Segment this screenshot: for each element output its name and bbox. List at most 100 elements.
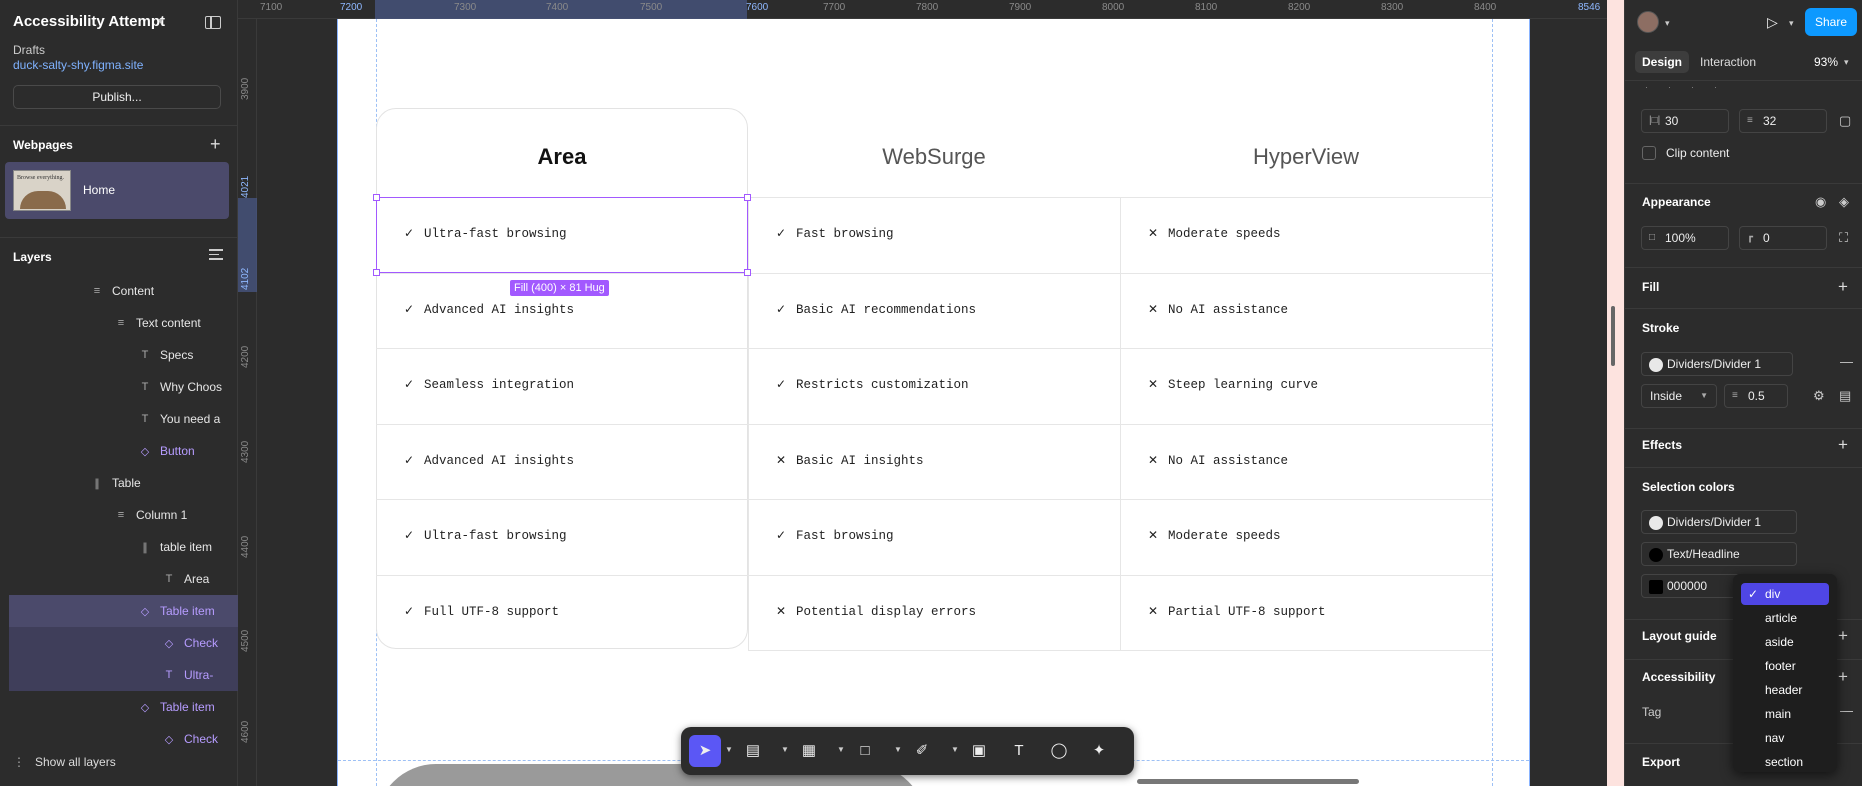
tag-option[interactable]: article [1741,607,1829,629]
site-link[interactable]: duck-salty-shy.figma.site [13,58,143,72]
pen-tool-icon[interactable]: ✐ [906,735,938,767]
chevron-down-icon[interactable]: ▼ [725,745,733,754]
table-cell[interactable]: ✕ No AI assistance [1148,453,1288,468]
table-cell[interactable]: ✓ Seamless integration [404,377,574,392]
section-tool-icon[interactable]: ▦ [793,735,825,767]
column-header-websurge[interactable]: WebSurge [748,144,1120,170]
page-item-home[interactable]: Browse everything. Home [5,162,229,219]
layer-row[interactable]: ◇ Table item [0,691,238,723]
layer-row[interactable]: T You need a [0,403,238,435]
chevron-down-icon[interactable]: ▼ [837,745,845,754]
layer-row[interactable]: ◇ Check [0,723,238,755]
chevron-down-icon[interactable]: ▼ [894,745,902,754]
stroke-position-select[interactable]: Inside ▼ [1641,384,1717,408]
selection-color-1[interactable]: Dividers/Divider 1 [1641,510,1797,534]
tag-option[interactable]: ✓ div [1741,583,1829,605]
layer-row[interactable]: ≡ Text content [0,307,238,339]
alignment-dots-icon[interactable]: ···· [1645,82,1737,92]
padding-icon[interactable]: ▢ [1839,113,1851,129]
project-location[interactable]: Drafts [13,43,45,57]
layer-row[interactable]: ≡ Column 1 [0,499,238,531]
table-cell[interactable]: ✕ Partial UTF-8 support [1148,604,1326,619]
blend-drop-icon[interactable]: ◈ [1839,194,1849,210]
canvas[interactable]: Area WebSurge HyperView ✓ Ultra-fast brow… [257,19,1624,786]
publish-button[interactable]: Publish... [13,85,221,109]
image-tool-icon[interactable]: ▣ [963,735,995,767]
share-button[interactable]: Share [1805,8,1857,36]
resize-handle[interactable] [373,194,380,201]
add-layout-guide-icon[interactable]: + [1838,627,1848,644]
tab-interaction[interactable]: Interaction [1700,51,1756,73]
table-cell[interactable]: ✓ Fast browsing [776,528,894,543]
tag-option[interactable]: header [1741,679,1829,701]
gap-horizontal-field[interactable]: |□| 30 [1641,109,1729,133]
remove-tag-icon[interactable]: — [1840,703,1853,718]
table-cell[interactable]: ✓ Restricts customization [776,377,969,392]
chevron-down-icon[interactable]: ▾ [1844,57,1849,68]
horizontal-scrollbar[interactable] [1137,779,1359,784]
tag-option[interactable]: aside [1741,631,1829,653]
table-cell[interactable]: ✕ Potential display errors [776,604,976,619]
table-cell[interactable]: ✓ Ultra-fast browsing [404,528,567,543]
stroke-settings-icon[interactable]: ⚙ [1813,388,1825,404]
layer-row[interactable]: T Area [0,563,238,595]
selection-color-3[interactable]: 000000 [1641,574,1741,598]
layers-filter-icon[interactable] [209,249,223,261]
add-page-icon[interactable]: + [210,135,221,153]
frame-tool-icon[interactable]: ▤ [737,735,769,767]
shape-tool-icon[interactable]: □ [849,735,881,767]
table-cell[interactable]: ✕ Moderate speeds [1148,528,1281,543]
chevron-down-icon[interactable]: ▾ [1665,18,1670,29]
tag-option[interactable]: main [1741,703,1829,725]
table-cell[interactable]: ✓ Basic AI recommendations [776,302,976,317]
table-cell[interactable]: ✕ Steep learning curve [1148,377,1318,392]
remove-stroke-icon[interactable]: — [1840,354,1853,369]
table-cell[interactable]: ✓ Advanced AI insights [404,453,574,468]
radius-field[interactable]: ┏ 0 [1739,226,1827,250]
comment-tool-icon[interactable]: ◯ [1043,735,1075,767]
layer-row[interactable]: ◇ Table item [9,595,238,627]
tab-design[interactable]: Design [1635,51,1690,73]
add-accessibility-icon[interactable]: + [1838,668,1848,685]
show-all-layers-button[interactable]: ⋮ Show all layers [13,755,116,769]
clip-content-checkbox[interactable] [1642,146,1656,160]
stroke-style-field[interactable]: Dividers/Divider 1 [1641,352,1793,376]
move-tool-icon[interactable]: ➤ [689,735,721,767]
ai-tool-icon[interactable]: ✦ [1083,735,1115,767]
table-cell[interactable]: ✓ Full UTF-8 support [404,604,559,619]
resize-handle[interactable] [744,269,751,276]
tag-option[interactable]: nav [1741,727,1829,749]
chevron-down-icon[interactable]: ▾ [1789,18,1794,29]
expand-corners-icon[interactable]: ⛶ [1839,230,1848,246]
layer-row[interactable]: T Ultra- [9,659,238,691]
selection-box[interactable] [376,197,748,273]
table-cell[interactable]: ✓ Advanced AI insights [404,302,574,317]
tag-option[interactable]: section [1741,751,1829,773]
layer-row[interactable]: T Why Choos [0,371,238,403]
table-cell[interactable]: ✕ Basic AI insights [776,453,924,468]
table-cell[interactable]: ✕ No AI assistance [1148,302,1288,317]
page-frame[interactable]: Area WebSurge HyperView ✓ Ultra-fast brow… [337,19,1530,786]
text-tool-icon[interactable]: T [1003,735,1035,767]
project-title[interactable]: Accessibility Attempt [13,13,165,30]
selection-color-2[interactable]: Text/Headline [1641,542,1797,566]
resize-handle[interactable] [744,194,751,201]
column-header-hyperview[interactable]: HyperView [1120,144,1492,170]
panel-toggle-icon[interactable] [205,16,221,29]
resize-handle[interactable] [373,269,380,276]
chevron-down-icon[interactable]: ▼ [951,745,959,754]
zoom-level[interactable]: 93% [1814,51,1838,73]
play-icon[interactable]: ▷ [1767,14,1778,31]
stroke-weight-field[interactable]: ≡ 0.5 [1724,384,1788,408]
layer-row[interactable]: ∥ Table [0,467,238,499]
chevron-down-icon[interactable]: ▼ [781,745,789,754]
column-header-area[interactable]: Area [376,144,748,170]
layer-row[interactable]: T Specs [0,339,238,371]
table-cell[interactable]: ✕ Moderate speeds [1148,226,1281,241]
opacity-field[interactable]: □ 100% [1641,226,1729,250]
layer-row[interactable]: ◇ Check [9,627,238,659]
stroke-sides-icon[interactable]: ▤ [1839,388,1851,404]
layer-row[interactable]: ◇ Button [0,435,238,467]
gap-vertical-field[interactable]: ≡ 32 [1739,109,1827,133]
add-effect-icon[interactable]: + [1838,436,1848,453]
